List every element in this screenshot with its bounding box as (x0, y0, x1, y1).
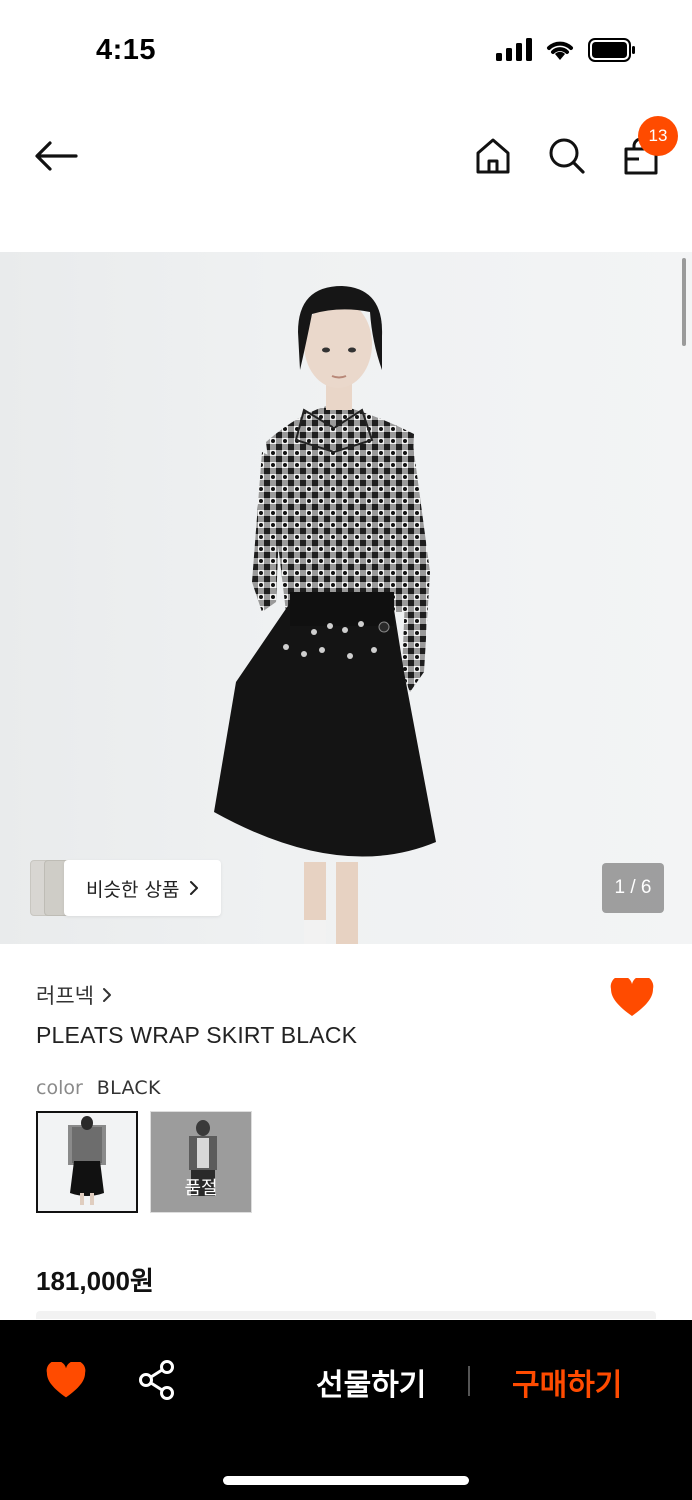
color-swatch-black[interactable] (36, 1111, 138, 1213)
brand-link[interactable]: 러프넥 (36, 980, 112, 1010)
home-indicator[interactable] (223, 1476, 469, 1485)
similar-products-label: 비슷한 상품 (86, 878, 180, 901)
wifi-icon (547, 41, 573, 60)
chevron-right-icon (190, 881, 199, 895)
status-icons (496, 38, 636, 62)
similar-products-thumbnails (30, 860, 74, 916)
back-button[interactable] (28, 130, 84, 182)
product-photo (214, 286, 436, 944)
share-button[interactable] (138, 1360, 176, 1400)
chevron-right-icon (102, 988, 111, 1002)
product-image[interactable] (0, 252, 692, 944)
product-name: PLEATS WRAP SKIRT BLACK (36, 1022, 358, 1048)
search-icon (549, 138, 585, 174)
color-label: color (36, 1077, 83, 1099)
similar-products-button[interactable]: 비슷한 상품 (30, 860, 222, 916)
section-divider (36, 1311, 656, 1319)
home-button[interactable] (470, 132, 516, 180)
bottom-action-bar: 선물하기 구매하기 (0, 1320, 692, 1500)
color-swatches: 품절 (36, 1111, 252, 1213)
swatch-thumbnail (68, 1116, 106, 1205)
similar-products-label-box: 비슷한 상품 (64, 860, 222, 916)
heart-icon (46, 1360, 86, 1398)
bottom-divider (468, 1366, 470, 1396)
nav-bar (0, 110, 692, 202)
cart-count-badge: 13 (638, 116, 678, 156)
color-swatch-soldout[interactable]: 품절 (150, 1111, 252, 1213)
status-time: 4:15 (96, 34, 157, 66)
battery-icon (588, 38, 635, 62)
status-bar: 4:15 (0, 0, 692, 100)
brand-name: 러프넥 (36, 984, 94, 1008)
buy-button[interactable]: 구매하기 (512, 1360, 622, 1404)
heart-icon (610, 975, 654, 1016)
soldout-label: 품절 (184, 1178, 218, 1199)
bottom-like-button[interactable] (46, 1360, 88, 1402)
home-icon (476, 138, 510, 174)
color-row: color BLACK (36, 1077, 161, 1099)
color-value: BLACK (96, 1077, 161, 1099)
cellular-signal-icon (496, 38, 532, 61)
gift-button[interactable]: 선물하기 (316, 1360, 426, 1404)
share-icon (139, 1360, 174, 1400)
back-arrow-icon (35, 141, 78, 171)
scroll-indicator[interactable] (682, 258, 686, 346)
product-price: 181,000원 (36, 1266, 154, 1296)
like-button[interactable] (610, 975, 654, 1022)
search-button[interactable] (542, 132, 592, 180)
image-page-counter: 1 / 6 (602, 863, 664, 913)
